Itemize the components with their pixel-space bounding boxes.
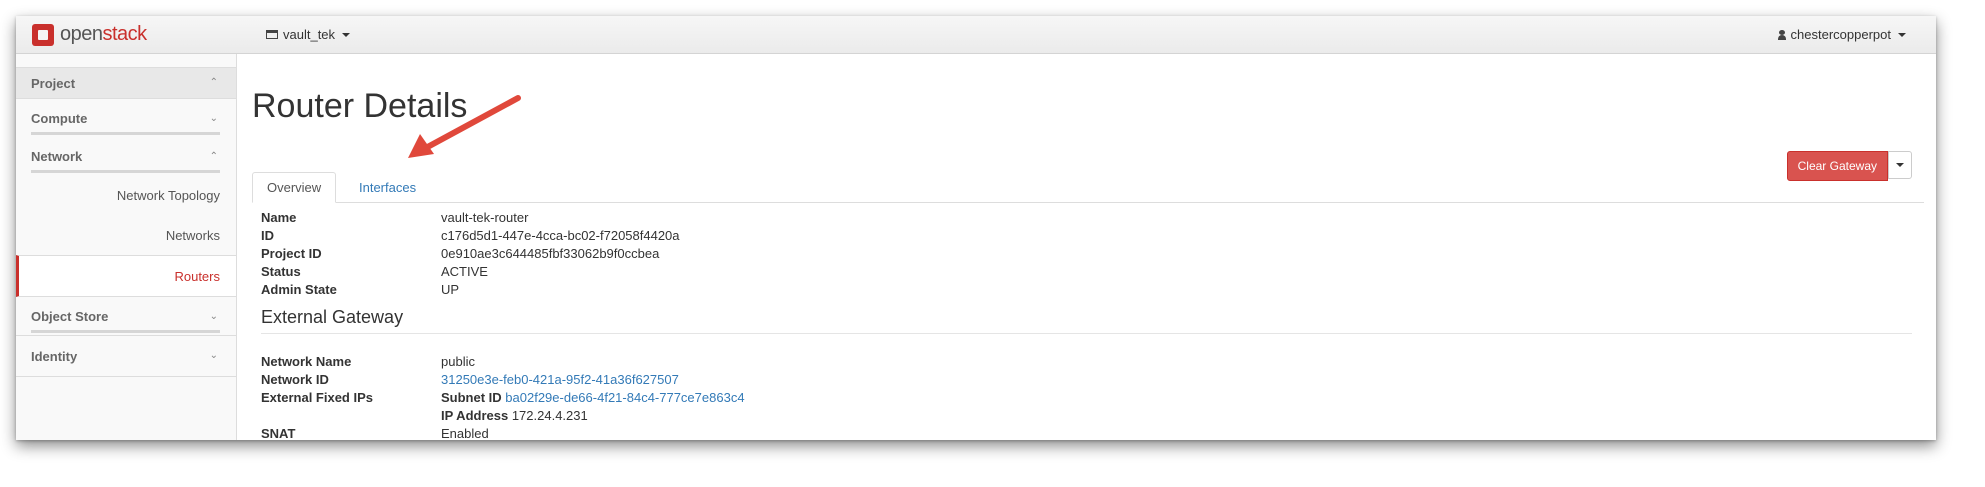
sidebar-item-networks[interactable]: Networks: [16, 215, 236, 255]
sidebar-item-label: Network Topology: [116, 187, 220, 203]
section-underline: [31, 330, 220, 333]
annotation-arrow: [408, 95, 521, 158]
sidebar-section-network[interactable]: Network ⌃: [16, 137, 236, 175]
external-gateway-heading: External Gateway: [261, 307, 404, 327]
sidebar-section-label: Object Store: [31, 308, 109, 324]
ip-address-label: IP Address: [441, 408, 509, 423]
detail-key: Admin State: [261, 282, 337, 297]
chevron-down-icon: [1898, 32, 1906, 37]
chevron-up-icon: ⌃: [209, 77, 218, 88]
sidebar-section-object-store[interactable]: Object Store ⌄: [16, 297, 236, 335]
openstack-logo[interactable]: openstack: [32, 23, 147, 46]
sidebar-item-label: Routers: [174, 268, 220, 284]
detail-value: 0e910ae3c644485fbf33062b9f0ccbea: [441, 246, 660, 261]
sidebar-divider: [16, 376, 236, 377]
chevron-down-icon: ⌄: [209, 113, 218, 124]
user-icon: [1777, 29, 1786, 40]
chevron-down-icon: [1896, 163, 1904, 167]
sidebar-section-label: Compute: [31, 110, 88, 126]
sidebar: Project ⌃ Compute ⌄ Network ⌃ Network To…: [16, 54, 237, 440]
detail-value: ACTIVE: [441, 264, 488, 279]
detail-key: Status: [261, 264, 301, 279]
chevron-down-icon: ⌄: [209, 311, 218, 322]
detail-key: ID: [261, 228, 274, 243]
sidebar-item-label: Networks: [165, 227, 220, 243]
brand-name: openstack: [60, 23, 147, 45]
subnet-id-label: Subnet ID: [441, 390, 502, 405]
detail-value: 31250e3e-feb0-421a-95f2-41a36f627507: [441, 372, 679, 387]
sidebar-section-label: Network: [31, 148, 83, 164]
section-underline: [31, 132, 220, 135]
ip-address-value: 172.24.4.231: [511, 408, 588, 423]
detail-value: Subnet ID ba02f29e-de66-4f21-84c4-777ce7…: [441, 390, 745, 405]
sidebar-item-network-topology[interactable]: Network Topology: [16, 175, 236, 215]
detail-key: External Fixed IPs: [261, 390, 373, 405]
detail-key: Network Name: [261, 354, 352, 369]
subnet-id-link[interactable]: ba02f29e-de66-4f21-84c4-777ce7e863c4: [505, 390, 744, 405]
sidebar-section-project[interactable]: Project ⌃: [16, 67, 236, 99]
sidebar-item-routers[interactable]: Routers: [16, 255, 236, 297]
chevron-down-icon: [342, 32, 351, 37]
project-name: vault_tek: [283, 27, 336, 42]
chevron-down-icon: ⌄: [209, 350, 218, 361]
sidebar-section-compute[interactable]: Compute ⌄: [16, 99, 236, 137]
top-navbar: openstack vault_tek chestercopperpot: [16, 16, 1936, 54]
detail-key: Name: [261, 210, 297, 225]
snat-value: Enabled: [441, 426, 489, 440]
detail-tabs: Overview Interfaces: [252, 172, 1924, 203]
section-divider: [261, 333, 1912, 334]
tab-interfaces[interactable]: Interfaces: [345, 172, 430, 202]
sidebar-section-label: Identity: [31, 348, 78, 364]
username: chestercopperpot: [1790, 27, 1891, 42]
detail-key: Project ID: [261, 246, 322, 261]
detail-value: UP: [441, 282, 460, 297]
detail-value: c176d5d1-447e-4cca-bc02-f72058f4420a: [441, 228, 680, 243]
detail-key: Network ID: [261, 372, 329, 387]
network-name-value: public: [441, 354, 475, 369]
sidebar-section-label: Project: [31, 75, 76, 91]
project-switcher[interactable]: vault_tek: [266, 27, 351, 42]
tab-overview[interactable]: Overview: [252, 172, 337, 203]
detail-value: IP Address 172.24.4.231: [441, 408, 588, 423]
openstack-logo-icon: [32, 23, 54, 46]
browser-window: openstack vault_tek chestercopperpot Pro…: [16, 16, 1936, 440]
sidebar-section-identity[interactable]: Identity ⌄: [16, 336, 236, 376]
section-underline: [31, 170, 220, 173]
detail-key: SNAT: [261, 426, 296, 440]
network-id-link[interactable]: 31250e3e-feb0-421a-95f2-41a36f627507: [441, 372, 679, 387]
detail-value: vault-tek-router: [441, 210, 529, 225]
user-menu[interactable]: chestercopperpot: [1777, 27, 1906, 42]
project-icon: [266, 30, 278, 39]
chevron-up-icon: ⌃: [209, 151, 218, 162]
arrow-shaft: [419, 95, 521, 153]
